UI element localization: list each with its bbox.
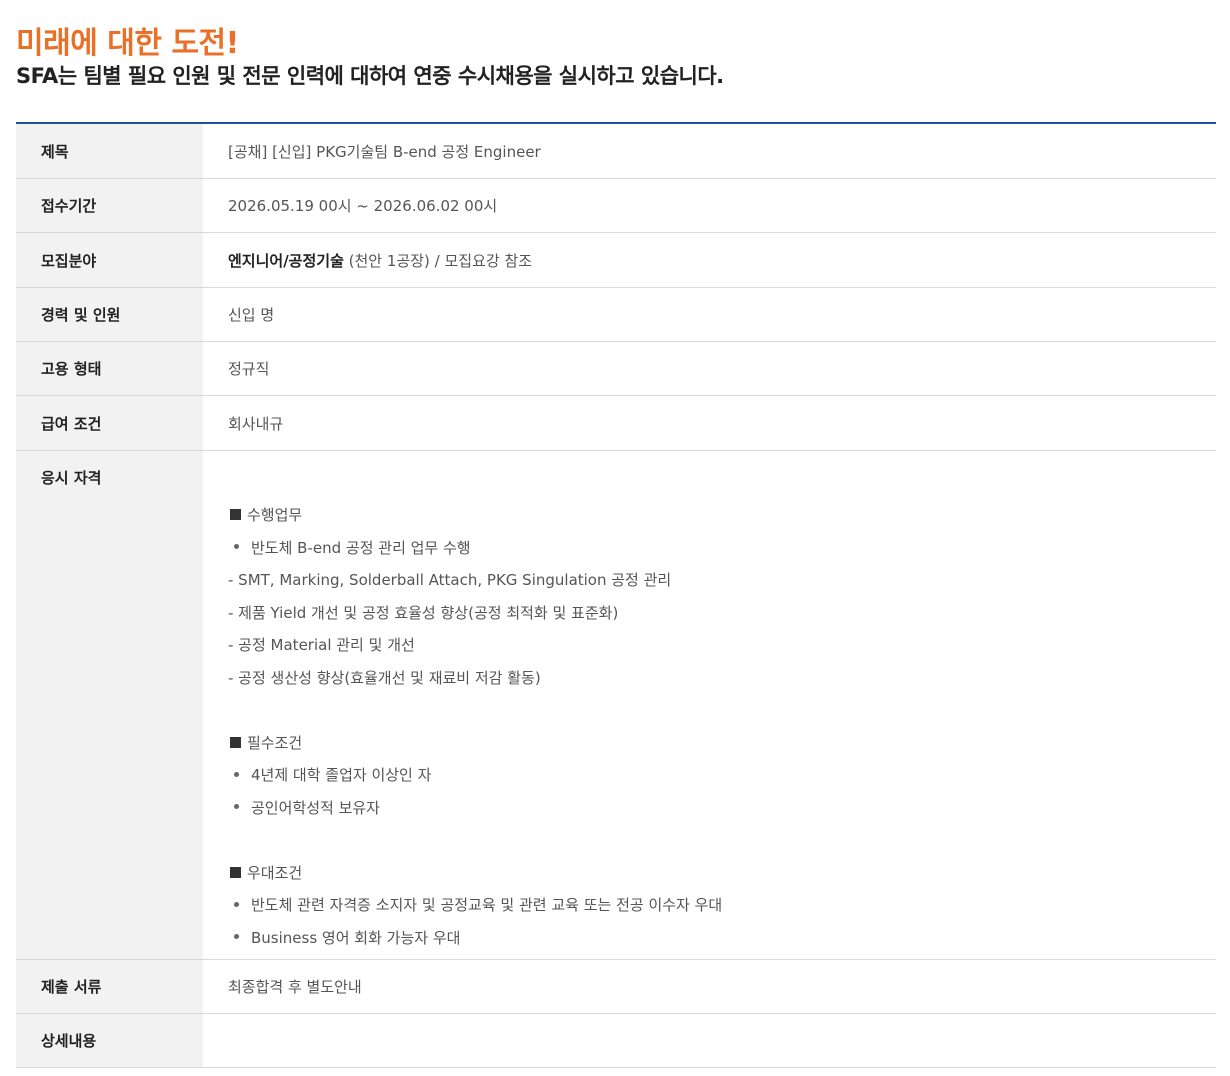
bullet-icon [234,804,239,809]
field-value: 엔지니어/공정기술 (천안 1공장) / 모집요강 참조 [203,233,1216,287]
job-posting-table: 제목 [공채] [신입] PKG기술팀 B-end 공정 Engineer 접수… [16,122,1216,1068]
field-value-bold: 엔지니어/공정기술 [228,251,344,270]
square-bullet-icon [230,866,241,878]
row-employment: 고용 형태 정규직 [16,342,1216,396]
row-label: 응시 자격 [16,451,203,959]
list-item: - 공정 Material 관리 및 개선 [228,636,415,654]
list-item: 4년제 대학 졸업자 이상인 자 [228,759,1216,792]
page-title: 미래에 대한 도전! [16,26,239,61]
employment-value: 정규직 [228,360,270,378]
row-label: 모집분야 [16,233,203,287]
bullet-icon [234,901,239,907]
square-bullet-icon [230,736,241,748]
row-period: 접수기간 2026.05.19 00시 ~ 2026.06.02 00시 [16,179,1216,233]
qualification-value: 수행업무 반도체 B-end 공정 관리 업무 수행 - SMT, Markin… [203,451,1216,959]
row-label: 제출 서류 [16,960,203,1013]
row-details: 상세내용 [16,1014,1216,1068]
row-field: 모집분야 엔지니어/공정기술 (천안 1공장) / 모집요강 참조 [16,233,1216,288]
row-label: 급여 조건 [16,396,203,450]
details-value [203,1014,1216,1067]
row-title: 제목 [공채] [신입] PKG기술팀 B-end 공정 Engineer [16,124,1216,179]
list-item: - 공정 생산성 향상(효율개선 및 재료비 저감 활동) [228,668,541,687]
list-item: 반도체 관련 자격증 소지자 및 공정교육 및 관련 교육 또는 전공 이수자 … [228,889,1216,922]
section-heading: 필수조건 [228,727,1216,760]
row-documents: 제출 서류 최종합격 후 별도안내 [16,960,1216,1014]
section-heading: 수행업무 [228,499,1216,532]
bullet-icon [234,771,239,777]
page-subtitle: SFA는 팀별 필요 인원 및 전문 인력에 대하여 연중 수시채용을 실시하고… [16,64,724,88]
bullet-icon [234,544,239,549]
row-career: 경력 및 인원 신입 명 [16,288,1216,342]
row-label: 제목 [16,124,203,178]
list-item: 공인어학성적 보유자 [228,792,1216,825]
documents-value: 최종합격 후 별도안내 [228,978,362,996]
list-item: - 제품 Yield 개선 및 공정 효율성 향상(공정 최적화 및 표준화) [228,603,619,622]
row-label: 경력 및 인원 [16,288,203,341]
section-heading: 우대조건 [228,857,1216,890]
row-label: 상세내용 [16,1014,203,1067]
field-value-rest: (천안 1공장) / 모집요강 참조 [343,251,533,270]
career-value: 신입 명 [228,306,275,324]
period-value: 2026.05.19 00시 ~ 2026.06.02 00시 [228,197,498,215]
list-item: 반도체 B-end 공정 관리 업무 수행 [228,532,1216,565]
list-item: - SMT, Marking, Solderball Attach, PKG S… [228,571,672,589]
square-bullet-icon [230,509,241,520]
row-label: 고용 형태 [16,342,203,395]
row-label: 접수기간 [16,179,203,232]
row-qualification: 응시 자격 수행업무 반도체 B-end 공정 관리 업무 수행 - SMT, … [16,451,1216,960]
salary-value: 회사내규 [228,414,284,433]
row-salary: 급여 조건 회사내규 [16,396,1216,451]
bullet-icon [234,934,239,939]
job-title-value: [공채] [신입] PKG기술팀 B-end 공정 Engineer [228,142,541,161]
list-item: Business 영어 회화 가능자 우대 [228,922,1216,955]
